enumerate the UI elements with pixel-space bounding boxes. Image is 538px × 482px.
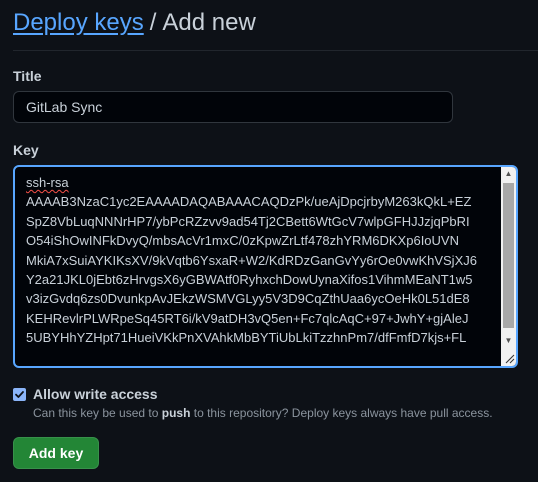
key-line: SpZ8VbLuqNNNrHP7/ybPcRZzvv9ad54Tj2CBett6… bbox=[26, 213, 470, 229]
page-title: Deploy keys / Add new bbox=[13, 6, 256, 40]
breadcrumb-separator: / bbox=[149, 9, 157, 36]
breadcrumb-current: Add new bbox=[162, 9, 256, 36]
add-key-button[interactable]: Add key bbox=[13, 437, 99, 469]
key-label: Key bbox=[13, 142, 39, 158]
key-line: KEHRevlrPLWRpeSq45RT6i/kV9atDH3vQ5en+Fc7… bbox=[26, 310, 469, 326]
key-line: 5UBYHhYZHpt71HueiVKkPnXVAhkMbBYTiUbLkiTz… bbox=[26, 330, 467, 346]
key-line: O54iShOwINFkDvyQ/mbsAcVr1mxC/0zKpwZrLtf4… bbox=[26, 233, 459, 249]
key-line: Y2a21JKL0jEbt6zHrvgsX6yGBWAtf0RyhxchDowU… bbox=[26, 272, 473, 288]
allow-write-checkbox[interactable] bbox=[13, 387, 26, 401]
textarea-scrollbar[interactable]: ▲ ▼ bbox=[501, 167, 516, 348]
allow-write-label[interactable]: Allow write access bbox=[33, 386, 158, 402]
scroll-down-arrow-icon[interactable]: ▼ bbox=[501, 334, 516, 348]
resize-handle-icon[interactable] bbox=[501, 348, 516, 366]
key-textarea[interactable]: ssh-rsa AAAAB3NzaC1yc2EAAAADAQABAAACAQDz… bbox=[13, 165, 518, 368]
key-line: ssh-rsa bbox=[26, 175, 69, 190]
key-line: MkiA7xSuiAYKIKsXV/9kVqtb6YsxaR+W2/KdRDzG… bbox=[26, 252, 477, 268]
page: Deploy keys/Add new Title Key ssh-rsa AA… bbox=[0, 0, 538, 482]
key-line: v3izGvdq6zs0DvunkpAvJEkzWSMVGLyy5V3D9CqZ… bbox=[26, 291, 470, 307]
scroll-up-arrow-icon[interactable]: ▲ bbox=[501, 167, 516, 181]
title-input[interactable] bbox=[13, 91, 453, 123]
scrollbar-thumb[interactable] bbox=[503, 183, 514, 328]
key-text[interactable]: ssh-rsa AAAAB3NzaC1yc2EAAAADAQABAAACAQDz… bbox=[26, 173, 500, 348]
title-label: Title bbox=[13, 68, 42, 84]
allow-write-row[interactable]: Allow write access bbox=[13, 386, 158, 402]
checkmark-icon bbox=[15, 390, 24, 398]
breadcrumb-deploy-keys-link[interactable]: Deploy keys bbox=[13, 9, 144, 36]
header-divider bbox=[13, 50, 538, 51]
key-line: AAAAB3NzaC1yc2EAAAADAQABAAACAQDzPk/ueAjD… bbox=[26, 194, 472, 210]
allow-write-help-text: Can this key be used to push to this rep… bbox=[33, 406, 493, 420]
